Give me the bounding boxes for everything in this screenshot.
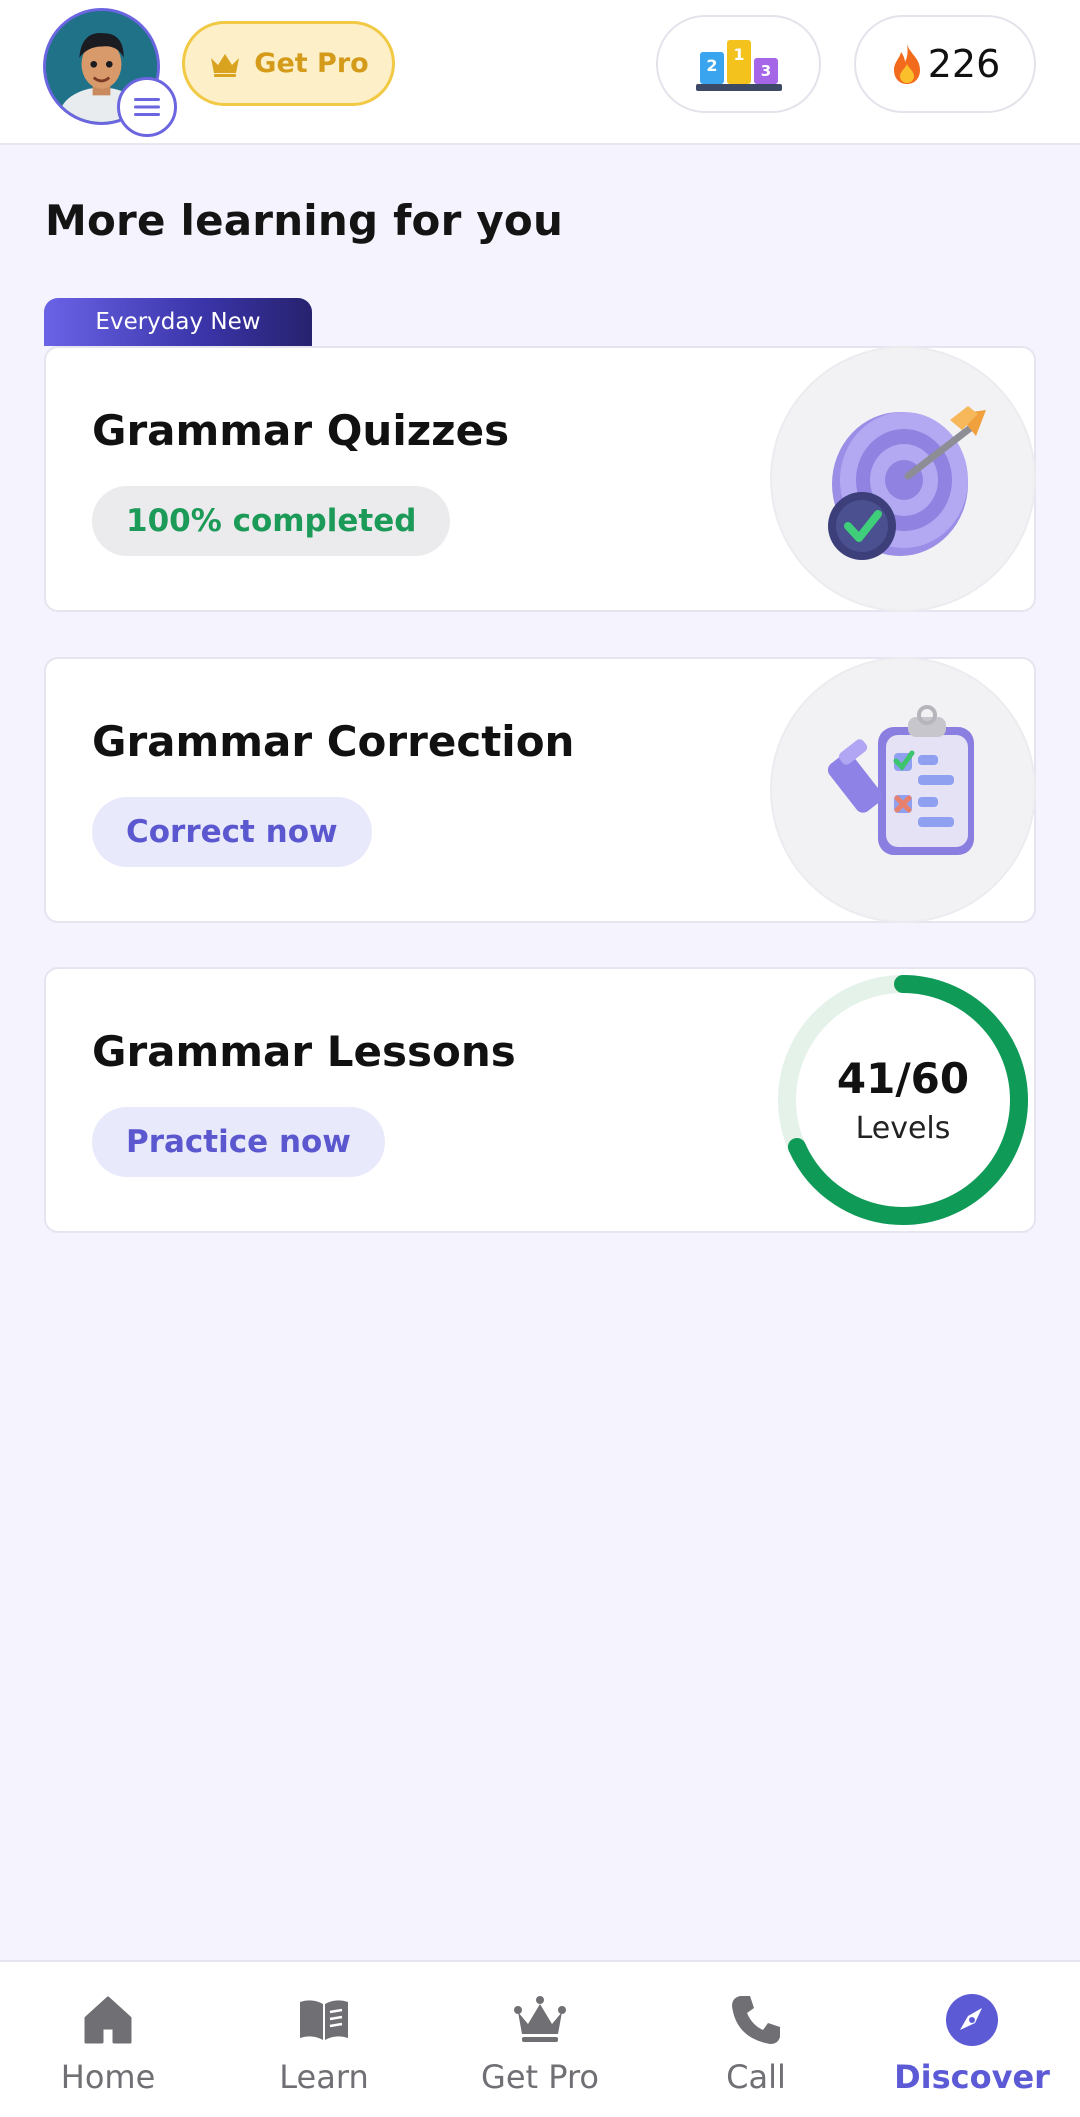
levels-progress-ring: 41/60 Levels [772,969,1034,1231]
home-icon [84,1996,132,2044]
levels-label: Levels [855,1111,951,1146]
streak-count: 226 [927,42,1001,86]
everyday-new-tag: Everyday New [44,298,312,346]
card-illustration [770,346,1036,612]
rank-3-label: 3 [760,62,770,80]
fire-icon [893,44,920,84]
clipboard-check-icon [827,705,974,855]
streak-button[interactable]: 226 [854,15,1036,113]
nav-home-label: Home [60,2058,156,2096]
crown-icon [514,1996,566,2042]
leaderboard-button[interactable]: 2 1 3 [656,15,821,113]
rank-1-label: 1 [733,45,744,64]
target-arrow-icon [828,406,986,560]
nav-discover[interactable]: Discover [864,1962,1080,2117]
compass-icon [946,1994,998,2046]
card-title: Grammar Quizzes [92,406,510,455]
nav-learn-label: Learn [279,2058,369,2096]
levels-count: 41/60 [836,1054,970,1103]
card-title: Grammar Correction [92,717,575,766]
nav-home[interactable]: Home [0,1962,216,2117]
card-illustration [770,657,1036,923]
podium-icon: 2 1 3 [695,40,782,91]
top-bar: Get Pro 2 1 3 226 [0,0,1080,145]
nav-call-label: Call [726,2058,786,2096]
get-pro-button[interactable]: Get Pro [182,21,395,106]
section-title: More learning for you [45,196,564,245]
nav-get-pro-label: Get Pro [481,2058,599,2096]
grammar-correction-card[interactable]: Grammar Correction Correct now [44,657,1036,923]
nav-discover-label: Discover [894,2058,1050,2096]
rank-2-label: 2 [706,56,717,75]
card-title: Grammar Lessons [92,1027,516,1076]
menu-button[interactable] [117,77,177,137]
bottom-navigation: Home Learn Get Pro Call Discover [0,1960,1080,2117]
completion-badge: 100% completed [92,486,451,556]
book-icon [300,2000,348,2040]
grammar-lessons-card[interactable]: Grammar Lessons Practice now 41/60 Level… [44,967,1036,1233]
crown-icon [211,53,240,77]
progress-text: 41/60 Levels [772,969,1034,1231]
phone-icon [732,1996,780,2044]
get-pro-label: Get Pro [254,48,369,79]
nav-learn[interactable]: Learn [216,1962,432,2117]
practice-now-button[interactable]: Practice now [92,1107,385,1177]
correct-now-button[interactable]: Correct now [92,797,372,867]
nav-call[interactable]: Call [648,1962,864,2117]
grammar-quizzes-card[interactable]: Grammar Quizzes 100% completed [44,346,1036,612]
hamburger-icon [134,98,160,116]
nav-get-pro[interactable]: Get Pro [432,1962,648,2117]
